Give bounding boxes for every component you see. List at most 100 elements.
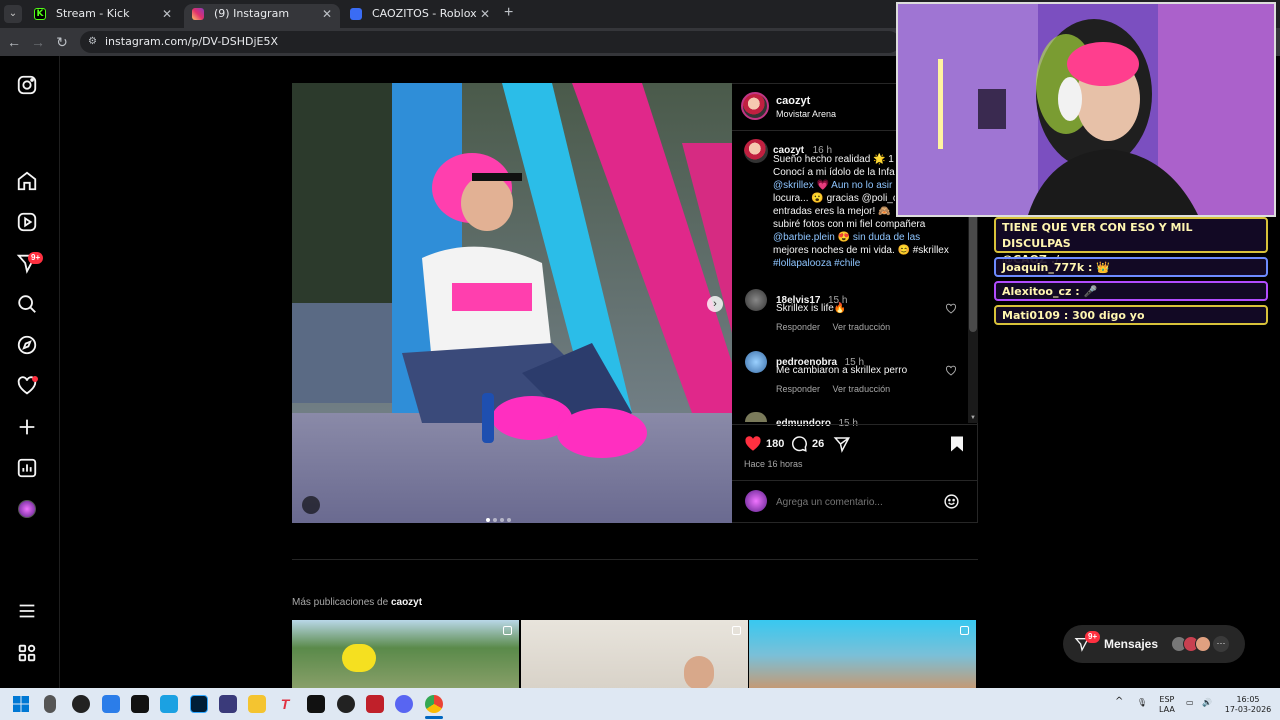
more-post-thumbnail[interactable] xyxy=(292,620,519,690)
translate-link[interactable]: Ver traducción xyxy=(833,384,891,394)
network-icon[interactable]: ▭ xyxy=(1186,698,1194,708)
mouse-app-icon[interactable] xyxy=(44,695,56,713)
microphone-icon[interactable]: 🎙 xyxy=(1136,698,1148,710)
tab-instagram[interactable]: (9) Instagram ✕ xyxy=(184,4,340,28)
photoshop-icon[interactable] xyxy=(190,695,208,713)
messages-label: Mensajes xyxy=(1104,637,1159,651)
more-post-thumbnail[interactable] xyxy=(749,620,976,690)
more-posts-username[interactable]: caozyt xyxy=(391,597,422,608)
thumbnail-detail xyxy=(684,656,714,690)
translate-link[interactable]: Ver traducción xyxy=(833,322,891,332)
tagged-users-icon[interactable] xyxy=(302,496,320,514)
active-app-indicator xyxy=(425,716,443,719)
home-icon[interactable] xyxy=(16,170,38,192)
language-indicator[interactable]: ESP LAA xyxy=(1159,695,1175,715)
address-bar[interactable]: ⚙ instagram.com/p/DV-DSHDjE5X xyxy=(80,31,900,53)
tab-search-dropdown-button[interactable]: ⌄ xyxy=(4,5,22,23)
divider xyxy=(732,424,978,425)
app-icon[interactable] xyxy=(102,695,120,713)
comment-avatar[interactable] xyxy=(745,289,767,311)
new-tab-button[interactable]: + xyxy=(504,4,513,22)
app-icon[interactable] xyxy=(337,695,355,713)
close-tab-icon[interactable]: ✕ xyxy=(162,4,172,24)
back-button[interactable]: ← xyxy=(6,34,22,50)
post-photo[interactable] xyxy=(292,83,732,523)
windows-taskbar: T ^ 🎙 ESP LAA ▭ 🔊 16:05 17-03-2026 xyxy=(0,688,1280,720)
stream-chat-message: TIENE QUE VER CON ESO Y MIL DISCULPAS @C… xyxy=(994,217,1268,266)
messages-widget[interactable]: 9+ Mensajes ··· xyxy=(1063,625,1245,663)
volume-icon[interactable]: 🔊 xyxy=(1202,698,1212,708)
app-icon[interactable] xyxy=(160,695,178,713)
app-icon[interactable] xyxy=(72,695,90,713)
stream-chat-message: Mati0109 : 300 digo yo xyxy=(994,305,1268,325)
comment-actions: Responder Ver traducción xyxy=(776,384,890,394)
notification-badge: 9+ xyxy=(28,252,44,264)
tab-roblox[interactable]: CAOZITOS - Roblox ✕ xyxy=(342,4,498,28)
tray-overflow-chevron[interactable]: ^ xyxy=(1115,697,1123,707)
reels-icon[interactable] xyxy=(16,211,38,233)
carousel-indicator xyxy=(486,509,514,527)
chrome-icon[interactable] xyxy=(425,695,443,713)
liked-heart-icon[interactable] xyxy=(744,435,762,453)
carousel-next-button[interactable]: › xyxy=(707,296,723,312)
caption-text-continued: subiré fotos con mi fiel compañera @barb… xyxy=(773,219,949,269)
discord-icon[interactable] xyxy=(395,695,413,713)
carousel-post-icon xyxy=(732,626,741,635)
more-posts-heading: Más publicaciones de caozyt xyxy=(292,597,423,608)
roblox-icon xyxy=(350,8,362,20)
stream-chat-message: Joaquin_777k : 👑 xyxy=(994,257,1268,277)
emoji-icon[interactable] xyxy=(943,493,960,510)
profile-avatar[interactable] xyxy=(16,498,38,520)
app-t-icon[interactable]: T xyxy=(276,695,294,713)
close-tab-icon[interactable]: ✕ xyxy=(480,4,490,24)
author-avatar[interactable] xyxy=(741,92,769,120)
section-divider xyxy=(292,559,978,560)
comment-like-heart-icon[interactable] xyxy=(945,365,957,377)
post-photo-illustration xyxy=(292,83,732,523)
caption-avatar[interactable] xyxy=(744,139,768,163)
clock[interactable]: 16:05 17-03-2026 xyxy=(1224,695,1272,715)
dashboard-icon[interactable] xyxy=(16,457,38,479)
app-icon[interactable] xyxy=(366,695,384,713)
thumbnail-detail xyxy=(342,644,376,672)
more-post-thumbnail[interactable] xyxy=(521,620,748,690)
windows-start-icon[interactable] xyxy=(13,696,29,712)
comment-icon[interactable] xyxy=(790,435,808,453)
author-username[interactable]: caozyt xyxy=(776,95,810,107)
explore-icon[interactable] xyxy=(16,334,38,356)
instagram-logo-icon[interactable] xyxy=(16,74,38,96)
post-timestamp: Hace 16 horas xyxy=(744,459,803,469)
share-icon[interactable] xyxy=(833,435,851,453)
likes-count[interactable]: 180 xyxy=(766,438,784,450)
tiktok-icon[interactable] xyxy=(307,695,325,713)
close-tab-icon[interactable]: ✕ xyxy=(322,4,332,24)
avatar xyxy=(1195,636,1211,652)
forward-button[interactable]: → xyxy=(30,34,46,50)
post-location[interactable]: Movistar Arena xyxy=(776,109,836,119)
comments-count[interactable]: 26 xyxy=(812,438,824,450)
comment-avatar[interactable] xyxy=(745,351,767,373)
epic-games-icon[interactable] xyxy=(131,695,149,713)
divider xyxy=(732,480,978,481)
create-icon[interactable] xyxy=(16,416,38,438)
menu-icon[interactable] xyxy=(16,600,38,622)
search-icon[interactable] xyxy=(16,293,38,315)
reply-link[interactable]: Responder xyxy=(776,322,820,332)
scroll-down-arrow-icon[interactable]: ▼ xyxy=(970,415,976,421)
tab-kick-dashboard[interactable]: K Stream - Kick Dashboard ✕ xyxy=(26,4,180,40)
headset-app-icon[interactable] xyxy=(219,695,237,713)
reload-button[interactable]: ↻ xyxy=(54,34,70,50)
reply-link[interactable]: Responder xyxy=(776,384,820,394)
streamer-webcam-overlay xyxy=(896,2,1276,217)
comment-input[interactable] xyxy=(776,494,926,510)
activity-dot xyxy=(32,376,38,382)
file-explorer-icon[interactable] xyxy=(248,695,266,713)
bookmark-icon[interactable] xyxy=(949,435,965,453)
kick-icon: K xyxy=(34,8,46,20)
stream-chat-message: Alexitoo_cz : 🎤 xyxy=(994,281,1268,301)
instagram-icon xyxy=(192,8,204,20)
caption-text: Sueño hecho realidad 🌟 1 Conocí a mi ído… xyxy=(773,154,895,217)
also-from-meta-icon[interactable] xyxy=(16,642,38,664)
comment-like-heart-icon[interactable] xyxy=(945,303,957,315)
site-info-icon[interactable]: ⚙ xyxy=(88,36,100,48)
